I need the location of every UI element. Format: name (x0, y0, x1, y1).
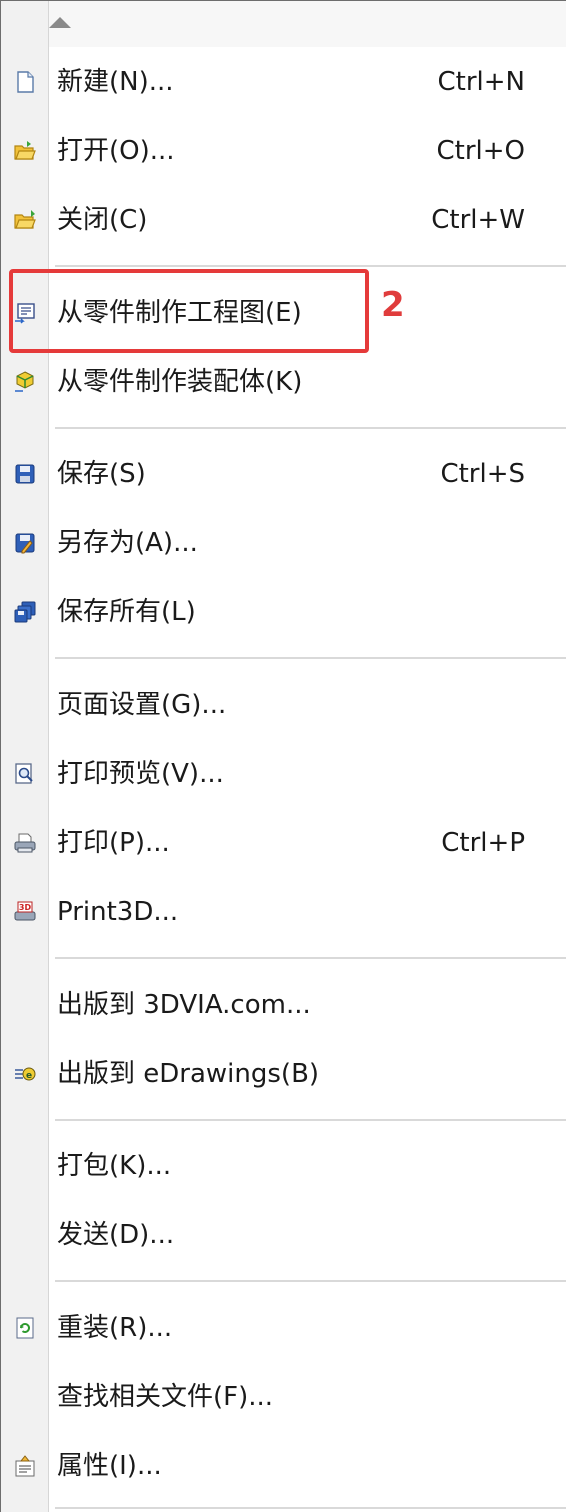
menu-item-label: 打开(O)... (57, 136, 175, 166)
menu-separator (55, 1119, 566, 1121)
menu-separator (55, 265, 566, 267)
edrawings-icon: e (13, 1062, 37, 1086)
menu-item-label: 重装(R)... (57, 1313, 173, 1343)
menu-item-label: 从零件制作装配体(K) (57, 367, 303, 397)
triangle-up-icon (49, 17, 71, 28)
menu-item-print[interactable]: 打印(P)... Ctrl+P (1, 812, 566, 874)
menu-item-print3d[interactable]: 3D Print3D... (1, 881, 566, 943)
open-folder-icon (13, 139, 37, 163)
menu-item-close[interactable]: 关闭(C) Ctrl+W (1, 189, 566, 251)
menu-item-save-as[interactable]: 另存为(A)... (1, 512, 566, 574)
menu-item-shortcut: Ctrl+P (441, 828, 525, 858)
close-folder-icon (13, 208, 37, 232)
menu-item-send[interactable]: 发送(D)... (1, 1204, 566, 1266)
svg-text:e: e (26, 1071, 32, 1081)
menu-item-properties[interactable]: 属性(I)... (1, 1435, 566, 1497)
save-as-icon (13, 531, 37, 555)
menu-item-label: 保存所有(L) (57, 597, 196, 627)
menu-item-save-all[interactable]: 保存所有(L) (1, 581, 566, 643)
menu-item-label: 另存为(A)... (57, 528, 198, 558)
step-number-label: 2 (381, 285, 405, 325)
menu-item-shortcut: Ctrl+W (431, 205, 525, 235)
menu-item-open[interactable]: 打开(O)... Ctrl+O (1, 120, 566, 182)
menu-item-label: 打印预览(V)... (57, 759, 224, 789)
menu-item-label: 打印(P)... (57, 828, 170, 858)
menu-item-label: 发送(D)... (57, 1220, 175, 1250)
svg-text:3D: 3D (19, 903, 32, 912)
reload-icon (13, 1316, 37, 1340)
menu-item-page-setup[interactable]: 页面设置(G)... (1, 674, 566, 736)
print-preview-icon (13, 762, 37, 786)
menu-item-new[interactable]: 新建(N)... Ctrl+N (1, 51, 566, 113)
menu-item-publish-3dvia[interactable]: 出版到 3DVIA.com... (1, 974, 566, 1036)
menu-scroll-up[interactable] (49, 1, 566, 47)
menu-item-label: 新建(N)... (57, 67, 174, 97)
menu-item-label: 保存(S) (57, 459, 146, 489)
menu-item-label: 打包(K)... (57, 1151, 172, 1181)
menu-item-label: 关闭(C) (57, 205, 148, 235)
highlight-annotation-box (9, 269, 369, 353)
properties-icon (13, 1454, 37, 1478)
menu-item-label: 出版到 eDrawings(B) (57, 1059, 320, 1089)
menu-item-shortcut: Ctrl+S (440, 459, 525, 489)
menu-item-shortcut: Ctrl+O (436, 136, 525, 166)
save-all-icon (13, 600, 37, 624)
menu-separator (55, 427, 566, 429)
menu-separator (55, 657, 566, 659)
menu-item-save[interactable]: 保存(S) Ctrl+S (1, 443, 566, 505)
make-assembly-icon (13, 370, 37, 394)
file-menu: 新建(N)... Ctrl+N 打开(O)... Ctrl+O 关闭(C) Ct… (0, 0, 566, 1512)
menu-item-find-references[interactable]: 查找相关文件(F)... (1, 1366, 566, 1428)
print-3d-icon: 3D (13, 900, 37, 924)
menu-item-label: 属性(I)... (57, 1451, 162, 1481)
menu-item-shortcut: Ctrl+N (437, 67, 526, 97)
printer-icon (13, 831, 37, 855)
menu-item-print-preview[interactable]: 打印预览(V)... (1, 743, 566, 805)
menu-item-make-assembly[interactable]: 从零件制作装配体(K) (1, 351, 566, 413)
menu-separator (55, 1280, 566, 1282)
save-icon (13, 462, 37, 486)
menu-item-pack-and-go[interactable]: 打包(K)... (1, 1135, 566, 1197)
menu-item-label: 出版到 3DVIA.com... (57, 990, 311, 1020)
menu-item-reload[interactable]: 重装(R)... (1, 1297, 566, 1359)
menu-item-label: Print3D... (57, 897, 179, 927)
new-document-icon (13, 70, 37, 94)
menu-item-label: 查找相关文件(F)... (57, 1382, 274, 1412)
menu-item-label: 页面设置(G)... (57, 690, 227, 720)
menu-separator (55, 957, 566, 959)
menu-separator (55, 1507, 566, 1509)
menu-item-publish-edrawings[interactable]: e 出版到 eDrawings(B) (1, 1043, 566, 1105)
